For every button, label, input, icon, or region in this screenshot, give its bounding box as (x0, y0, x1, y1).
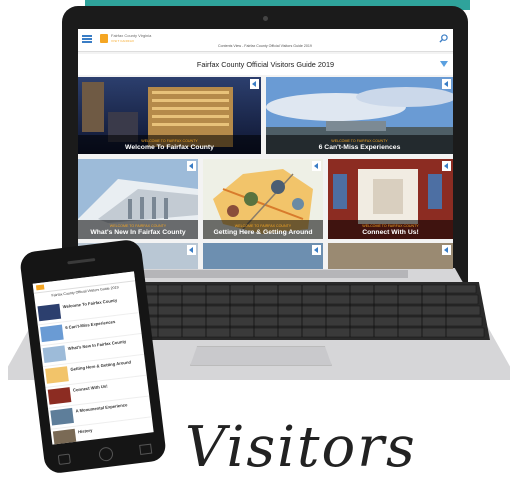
caption-script: Visitors (185, 415, 417, 480)
back-icon[interactable] (57, 453, 71, 465)
home-icon[interactable] (98, 446, 114, 462)
thumbnail (42, 345, 67, 363)
back-arrow-icon[interactable] (312, 161, 321, 171)
back-arrow-icon[interactable] (442, 245, 451, 255)
laptop-screen: Fairfax County Virginia VISIT FAIRFAX Co… (78, 29, 453, 269)
thumbnail (50, 407, 74, 426)
tile-kicker: WELCOME TO FAIRFAX COUNTY (109, 224, 167, 228)
logo-line2: VISIT FAIRFAX (111, 39, 135, 43)
title-bar[interactable]: Fairfax County Official Visitors Guide 2… (78, 54, 453, 75)
thumbnail (52, 428, 77, 445)
tile-label: 6 Can't-Miss Experiences (318, 144, 401, 151)
recent-apps-icon[interactable] (139, 443, 153, 455)
tile-label: What's New In Fairfax County (90, 229, 186, 236)
chevron-down-icon[interactable] (440, 61, 448, 67)
thumbnail (40, 324, 64, 343)
phone-screen: Fairfax County Official Visitors Guide 2… (32, 271, 154, 445)
trackpad (190, 346, 332, 366)
tile-kicker: WELCOME TO FAIRFAX COUNTY (141, 139, 198, 143)
tile-partial-2[interactable] (203, 243, 323, 269)
back-arrow-icon[interactable] (187, 161, 196, 171)
thumbnail (45, 366, 69, 384)
tile-kicker: WELCOME TO FAIRFAX COUNTY (331, 139, 388, 143)
back-arrow-icon[interactable] (442, 79, 451, 89)
logo-mark (35, 284, 45, 291)
logo[interactable]: Fairfax County Virginia VISIT FAIRFAX (100, 32, 158, 47)
tile-partial-3[interactable] (328, 243, 453, 269)
tile-kicker: WELCOME TO FAIRFAX COUNTY (362, 224, 419, 228)
phone-speaker (67, 258, 96, 265)
menu-icon[interactable] (82, 35, 92, 43)
breadcrumb: Contents View - Fairfax County Official … (218, 44, 312, 48)
tile-experiences[interactable]: WELCOME TO FAIRFAX COUNTY 6 Can't-Miss E… (266, 77, 453, 154)
page-title: Fairfax County Official Visitors Guide 2… (196, 60, 335, 69)
top-bar: Fairfax County Virginia VISIT FAIRFAX Co… (78, 29, 453, 52)
keyboard (120, 282, 490, 340)
back-arrow-icon[interactable] (250, 79, 259, 89)
search-icon[interactable] (439, 34, 448, 43)
back-arrow-icon[interactable] (442, 161, 451, 171)
tile-label: Getting Here & Getting Around (213, 229, 313, 236)
logo-line1: Fairfax County Virginia (111, 33, 152, 38)
tile-kicker: WELCOME TO FAIRFAX COUNTY (234, 224, 292, 228)
tile-connect[interactable]: WELCOME TO FAIRFAX COUNTY Connect With U… (328, 159, 453, 239)
tile-getting-here[interactable]: WELCOME TO FAIRFAX COUNTY Getting Here &… (203, 159, 323, 239)
thumbnail (47, 387, 72, 405)
keyboard-keys (125, 284, 485, 338)
tile-label: Connect With Us! (362, 229, 419, 236)
laptop-hinge (108, 270, 408, 278)
list-item-label: Welcome To Fairfax County (62, 297, 118, 310)
tile-whats-new[interactable]: WELCOME TO FAIRFAX COUNTY What's New In … (78, 159, 198, 239)
back-arrow-icon[interactable] (312, 245, 321, 255)
back-arrow-icon[interactable] (187, 245, 196, 255)
logo-mark (100, 34, 108, 43)
tile-label: Welcome To Fairfax County (125, 144, 214, 151)
thumbnail (37, 303, 62, 322)
webcam (263, 16, 268, 21)
tile-welcome[interactable]: WELCOME TO FAIRFAX COUNTY Welcome To Fai… (78, 77, 261, 154)
